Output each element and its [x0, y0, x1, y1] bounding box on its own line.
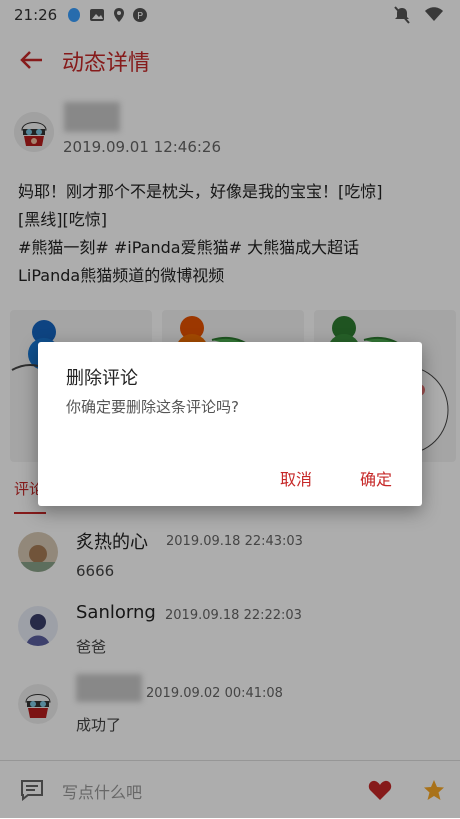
- dialog-title: 删除评论: [66, 368, 138, 389]
- dialog-message: 你确定要删除这条评论吗?: [66, 398, 239, 416]
- cancel-button[interactable]: 取消: [280, 466, 312, 490]
- confirm-button[interactable]: 确定: [360, 466, 392, 490]
- delete-comment-dialog: 删除评论 你确定要删除这条评论吗? 取消 确定: [38, 342, 422, 506]
